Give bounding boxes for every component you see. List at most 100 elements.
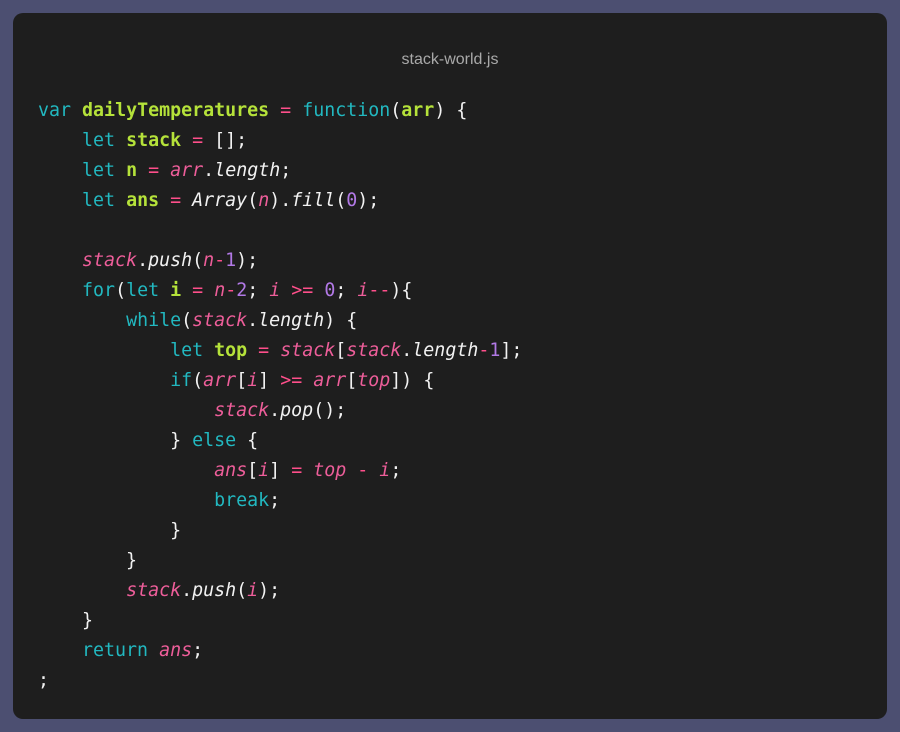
code-token: = — [148, 160, 160, 181]
code-token: top — [313, 460, 347, 481]
code-token: = — [291, 460, 303, 481]
code-line: let stack = []; — [38, 126, 522, 156]
code-line: ans[i] = top - i; — [38, 456, 522, 486]
code-token: var — [38, 100, 72, 121]
code-token: fill — [291, 190, 336, 211]
code-token: ){ — [390, 280, 413, 301]
code-token: [ — [335, 340, 347, 361]
code-token: stack — [126, 580, 182, 601]
code-token: = — [170, 190, 182, 211]
code-line: } — [38, 546, 522, 576]
code-line: var dailyTemperatures = function(arr) { — [38, 96, 522, 126]
code-token: i — [247, 370, 259, 391]
code-token: = — [192, 130, 204, 151]
code-token: [ — [236, 370, 248, 391]
code-token: push — [148, 250, 193, 271]
code-token: if — [170, 370, 193, 391]
code-token: [ — [346, 370, 358, 391]
code-token: ]; — [500, 340, 523, 361]
code-token: ); — [258, 580, 281, 601]
code-token: i — [379, 460, 391, 481]
code-token: } — [38, 610, 94, 631]
code-token: } — [38, 520, 182, 541]
code-token: i — [247, 580, 259, 601]
code-token: top — [214, 340, 248, 361]
code-line: } else { — [38, 426, 522, 456]
code-token: length — [412, 340, 479, 361]
code-token: 2 — [236, 280, 248, 301]
code-token: ; — [192, 640, 204, 661]
code-token: { — [236, 430, 259, 451]
code-line: let ans = Array(n).fill(0); — [38, 186, 522, 216]
code-token: n — [214, 280, 226, 301]
code-token: let — [82, 130, 116, 151]
code-token: . — [203, 160, 215, 181]
code-line: for(let i = n-2; i >= 0; i--){ — [38, 276, 522, 306]
code-token: stack — [280, 340, 336, 361]
code-token: ] — [269, 460, 292, 481]
code-token: stack — [126, 130, 182, 151]
code-line: break; — [38, 486, 522, 516]
code-token: let — [82, 190, 116, 211]
code-token: ); — [357, 190, 380, 211]
code-token: stack — [346, 340, 402, 361]
code-token: - — [225, 280, 237, 301]
code-line: if(arr[i] >= arr[top]) { — [38, 366, 522, 396]
code-token: i — [357, 280, 369, 301]
code-token: ; — [335, 280, 358, 301]
code-token: >= — [291, 280, 314, 301]
code-token: ; — [390, 460, 402, 481]
code-token: - — [357, 460, 369, 481]
code-token: ; — [38, 670, 50, 691]
code-token: length — [258, 310, 325, 331]
code-token: . — [181, 580, 193, 601]
code-token: for — [82, 280, 116, 301]
code-token: ] — [258, 370, 281, 391]
code-line: } — [38, 606, 522, 636]
code-token: ) { — [324, 310, 358, 331]
code-token: 1 — [225, 250, 237, 271]
code-token: return — [82, 640, 149, 661]
code-token: } — [38, 430, 193, 451]
code-token: } — [38, 550, 138, 571]
code-token: while — [126, 310, 182, 331]
code-line: ; — [38, 666, 522, 696]
code-token: dailyTemperatures — [82, 100, 270, 121]
code-token: . — [137, 250, 149, 271]
code-token: arr — [170, 160, 204, 181]
code-token: 1 — [489, 340, 501, 361]
code-token: []; — [203, 130, 248, 151]
code-token: arr — [313, 370, 347, 391]
code-token: ( — [115, 280, 127, 301]
code-token: let — [82, 160, 116, 181]
code-token: [ — [247, 460, 259, 481]
code-token: 0 — [346, 190, 358, 211]
code-line: while(stack.length) { — [38, 306, 522, 336]
code-token: push — [192, 580, 237, 601]
code-window: stack-world.js var dailyTemperatures = f… — [13, 13, 887, 719]
code-token: . — [401, 340, 413, 361]
